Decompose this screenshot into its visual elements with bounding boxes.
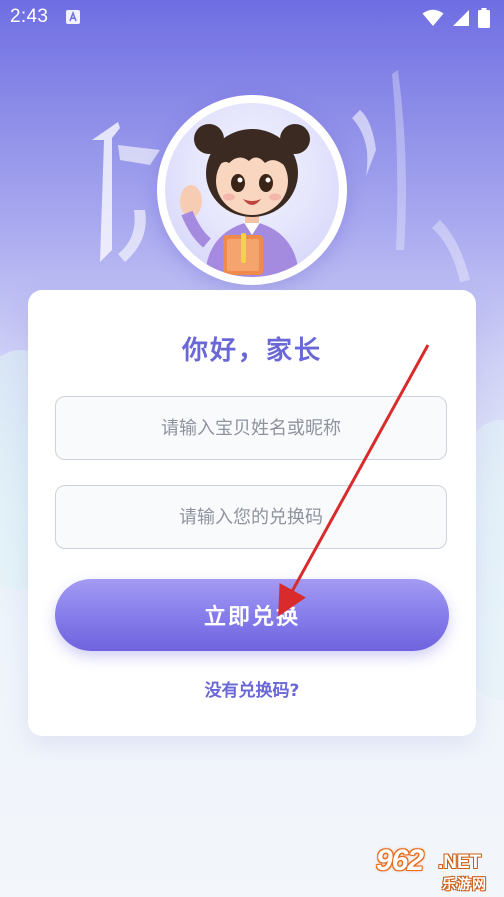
a-notification-icon [66, 10, 80, 24]
girl-mascot-avatar [180, 124, 310, 277]
status-icons [422, 8, 490, 28]
redeem-card: 你好，家长 立即兑换 没有兑换码? [28, 290, 476, 736]
redeem-code-input[interactable] [56, 485, 446, 549]
avatar [157, 95, 347, 285]
greeting-title: 你好，家长 [181, 336, 322, 366]
baby-name-field[interactable] [55, 396, 447, 460]
battery-icon [478, 8, 490, 28]
watermark-suffix: .NET [438, 852, 482, 873]
site-watermark: 962 .NET 乐游网 [362, 840, 502, 895]
redeem-now-button[interactable]: 立即兑换 [55, 579, 449, 651]
avatar-image [165, 103, 339, 277]
baby-name-input[interactable] [56, 396, 446, 460]
redeem-code-field[interactable] [55, 485, 447, 549]
watermark-site-name: 乐游网 [442, 877, 487, 893]
no-code-link[interactable]: 没有兑换码? [28, 676, 476, 701]
signal-icon [453, 10, 469, 26]
watermark-number: 962 [376, 844, 424, 877]
status-bar: 2:43 [0, 0, 504, 36]
status-time: 2:43 [10, 6, 49, 27]
wifi-icon [422, 9, 444, 26]
